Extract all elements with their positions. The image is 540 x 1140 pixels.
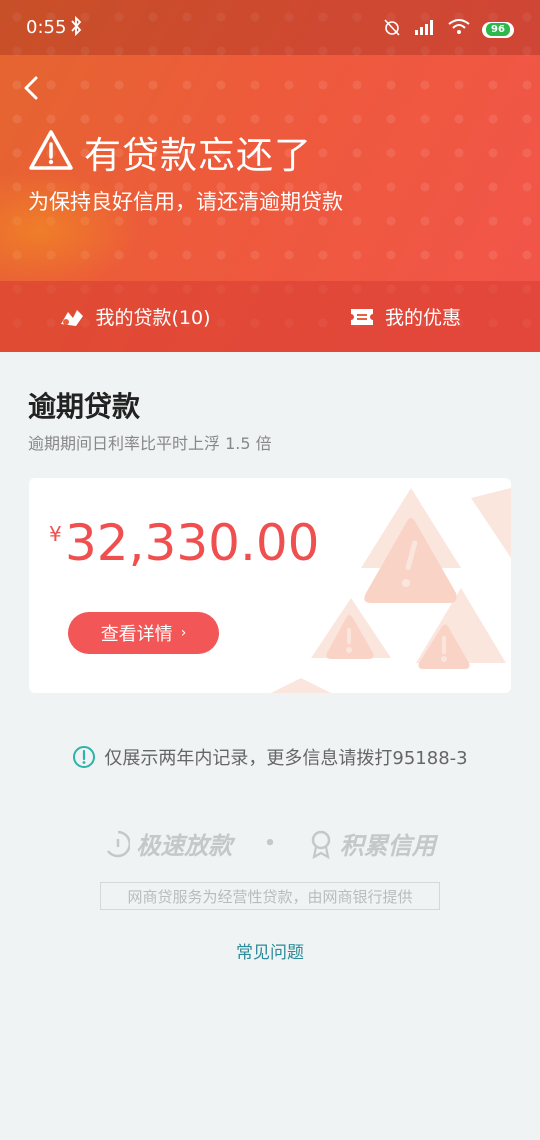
warning-icon bbox=[28, 129, 74, 175]
page-subtitle: 为保持良好信用，请还清逾期贷款 bbox=[28, 190, 343, 214]
feature-build-credit: 积累信用 bbox=[308, 826, 436, 861]
alarm-off-icon bbox=[382, 17, 402, 42]
status-icons: 96 bbox=[382, 17, 514, 42]
view-details-label: 查看详情 bbox=[100, 624, 173, 645]
back-button[interactable] bbox=[16, 70, 48, 106]
tab-my-offers[interactable]: 我的优惠 bbox=[270, 281, 540, 352]
signal-icon bbox=[414, 19, 436, 40]
info-icon bbox=[73, 746, 96, 768]
tab-my-loans[interactable]: 我的贷款(10) bbox=[0, 281, 270, 352]
medal-icon bbox=[311, 830, 330, 859]
wifi-icon bbox=[448, 19, 470, 40]
overdue-amount: 32,330.00 bbox=[65, 514, 320, 572]
loan-icon bbox=[61, 309, 84, 326]
disclaimer: 网商贷服务为经营性贷款，由网商银行提供 bbox=[100, 882, 440, 910]
overdue-loan-card: ¥ 32,330.00 查看详情 › bbox=[29, 478, 511, 693]
page-title: 有贷款忘还了 bbox=[84, 134, 312, 177]
chevron-right-icon: › bbox=[180, 625, 187, 641]
section-subtitle: 逾期期间日利率比平时上浮 1.5 倍 bbox=[28, 434, 272, 453]
feature-label: 极速放款 bbox=[136, 832, 233, 860]
chevron-left-icon bbox=[24, 76, 38, 100]
feature-label: 积累信用 bbox=[339, 832, 436, 860]
feature-fast-loan: 极速放款 bbox=[104, 826, 232, 861]
tab-my-loans-label: 我的贷款(10) bbox=[95, 307, 211, 329]
header-tabs: 我的贷款(10) 我的优惠 bbox=[0, 281, 540, 352]
notice: 仅展示两年内记录，更多信息请拨打95188-3 bbox=[0, 744, 540, 770]
currency-symbol: ¥ bbox=[49, 522, 62, 546]
battery-level: 96 bbox=[486, 23, 510, 36]
ticket-icon bbox=[350, 308, 373, 325]
timer-icon bbox=[107, 830, 131, 857]
notice-text: 仅展示两年内记录，更多信息请拨打95188-3 bbox=[104, 748, 468, 769]
tab-my-offers-label: 我的优惠 bbox=[384, 307, 461, 329]
faq-link[interactable]: 常见问题 bbox=[0, 938, 540, 963]
warning-pattern-icon bbox=[271, 488, 511, 693]
status-time: 0:55 bbox=[26, 17, 67, 38]
bluetooth-icon bbox=[70, 15, 82, 41]
view-details-button[interactable]: 查看详情 › bbox=[68, 612, 219, 654]
header-title-row: 有贷款忘还了 bbox=[28, 125, 312, 179]
battery-icon: 96 bbox=[482, 21, 514, 38]
status-bar: 0:55 96 bbox=[0, 0, 540, 55]
separator: • bbox=[264, 833, 276, 854]
features-row: 极速放款 • 积累信用 bbox=[0, 826, 540, 861]
section-title: 逾期贷款 bbox=[28, 390, 141, 423]
